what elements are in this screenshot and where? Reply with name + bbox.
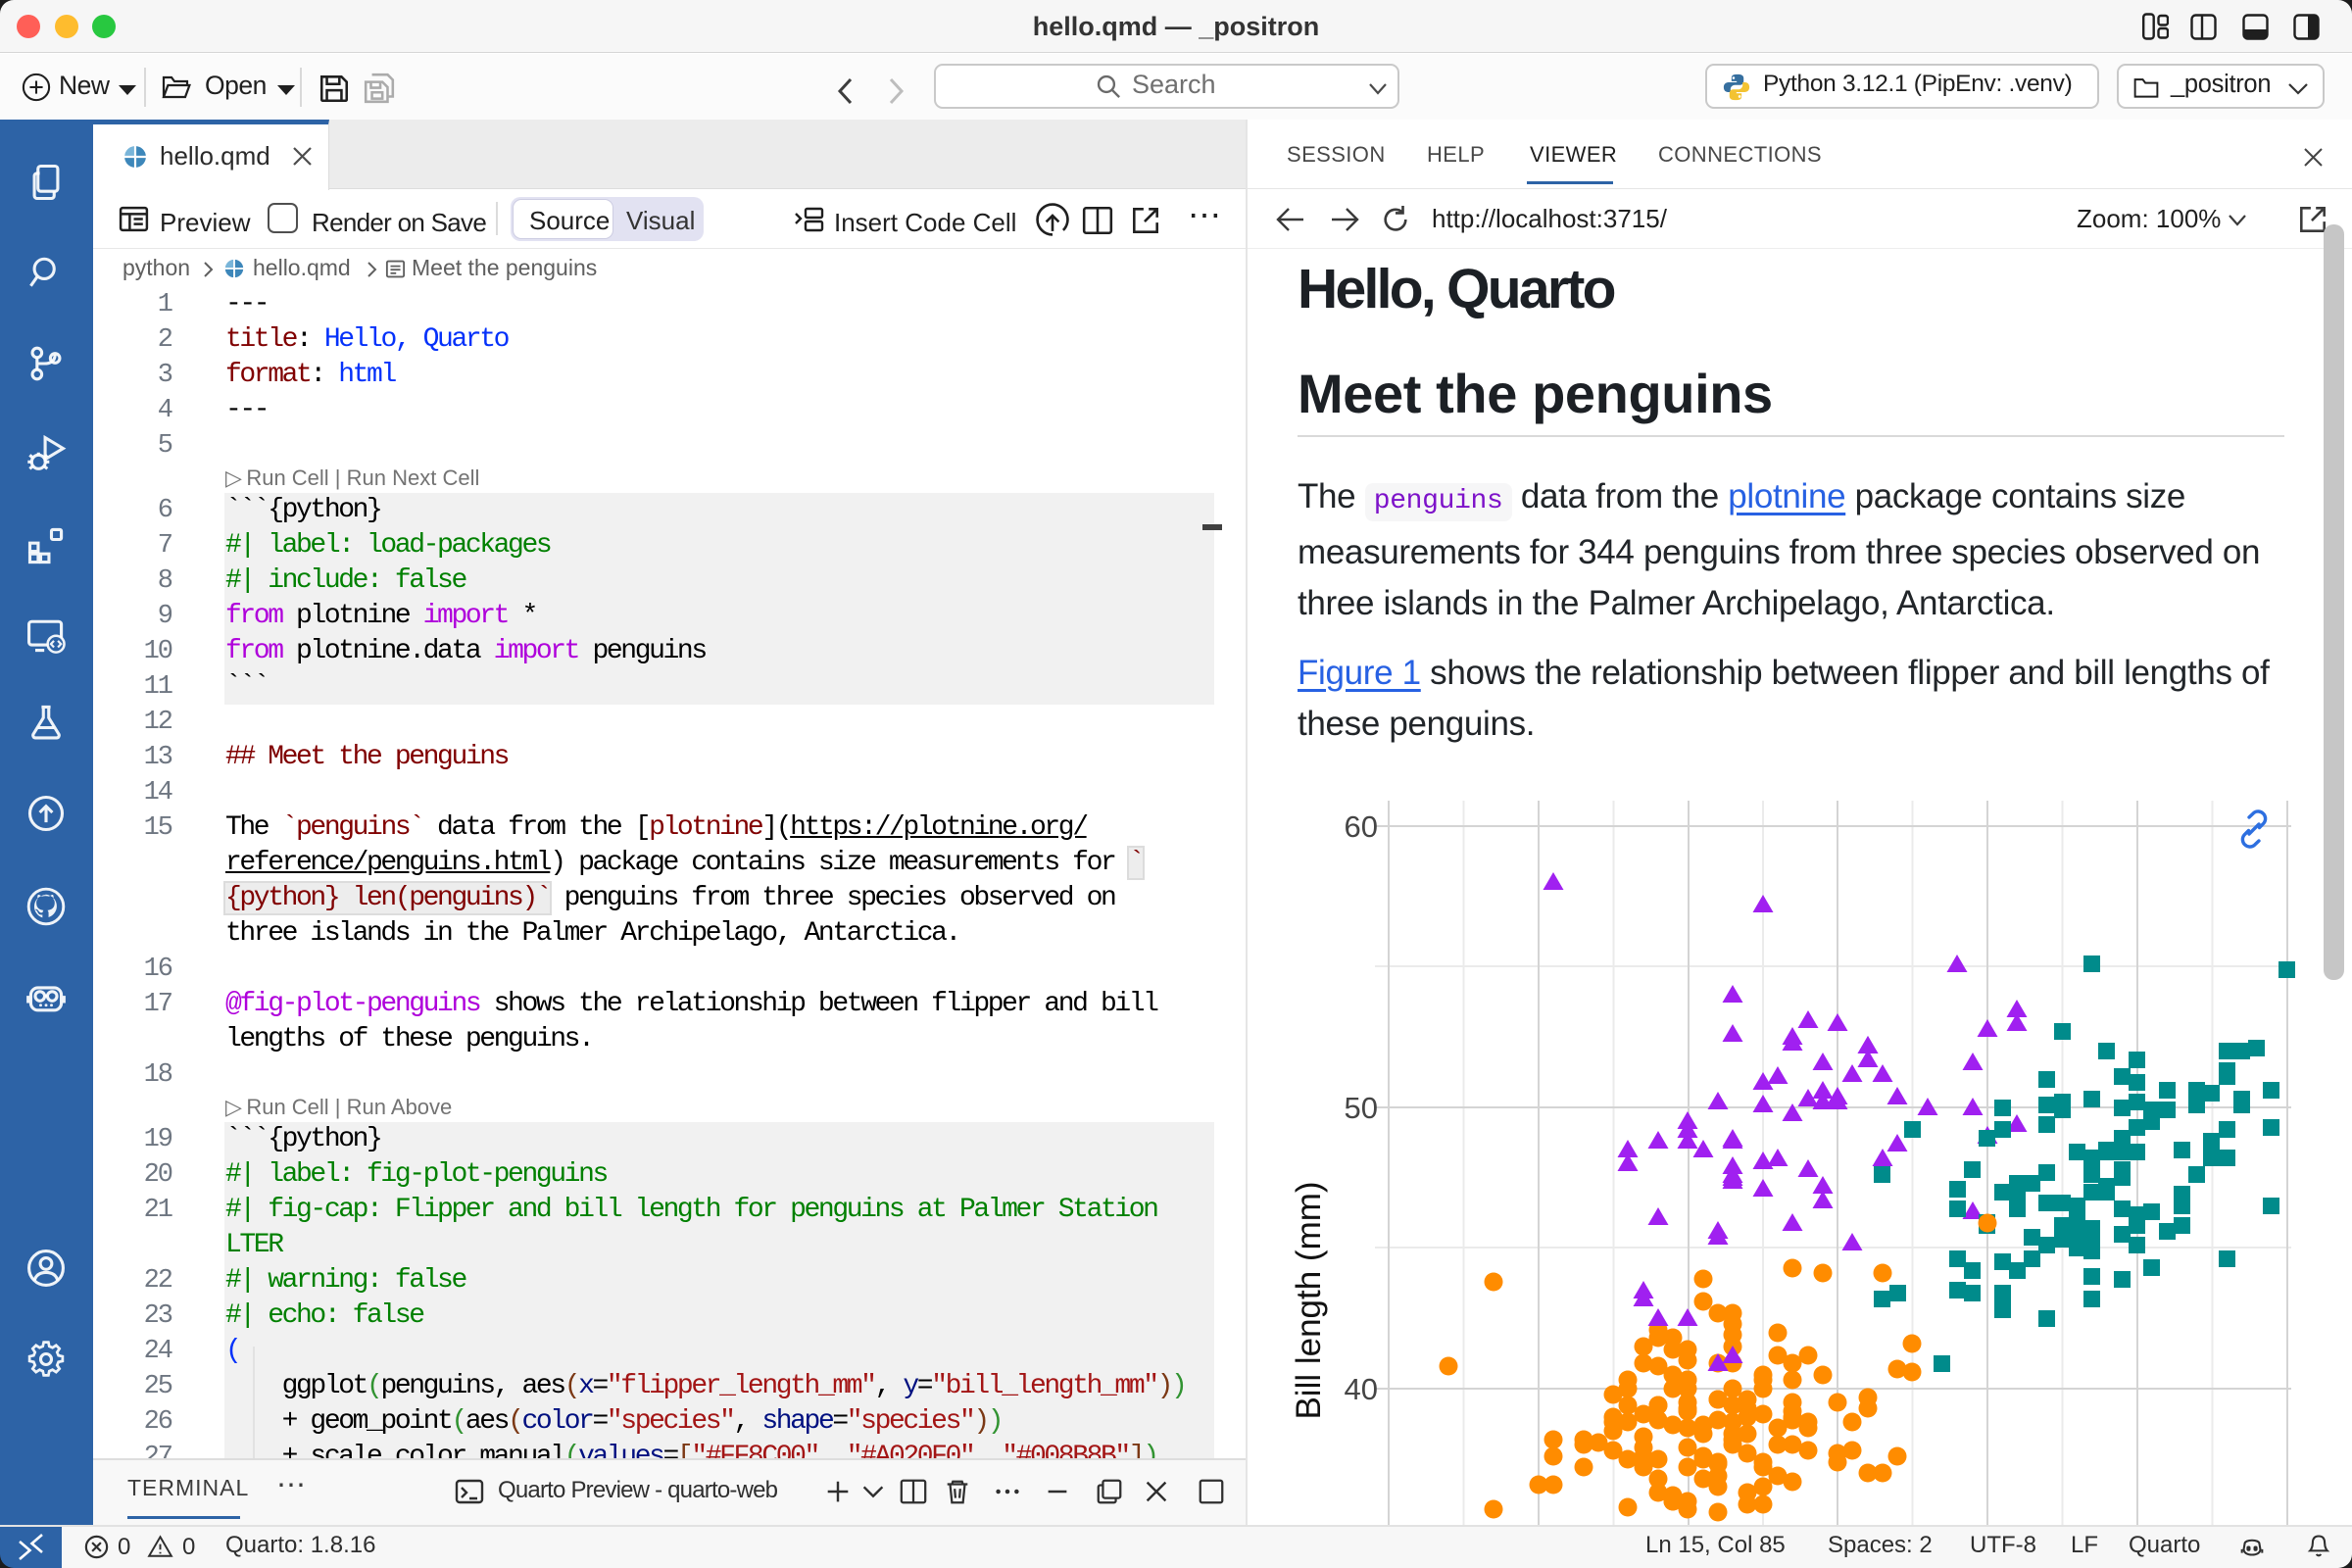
svg-text:40: 40 (1345, 1372, 1378, 1406)
svg-text:60: 60 (1345, 809, 1378, 844)
svg-text:Bill length (mm): Bill length (mm) (1290, 1181, 1328, 1419)
svg-text:50: 50 (1345, 1091, 1378, 1125)
